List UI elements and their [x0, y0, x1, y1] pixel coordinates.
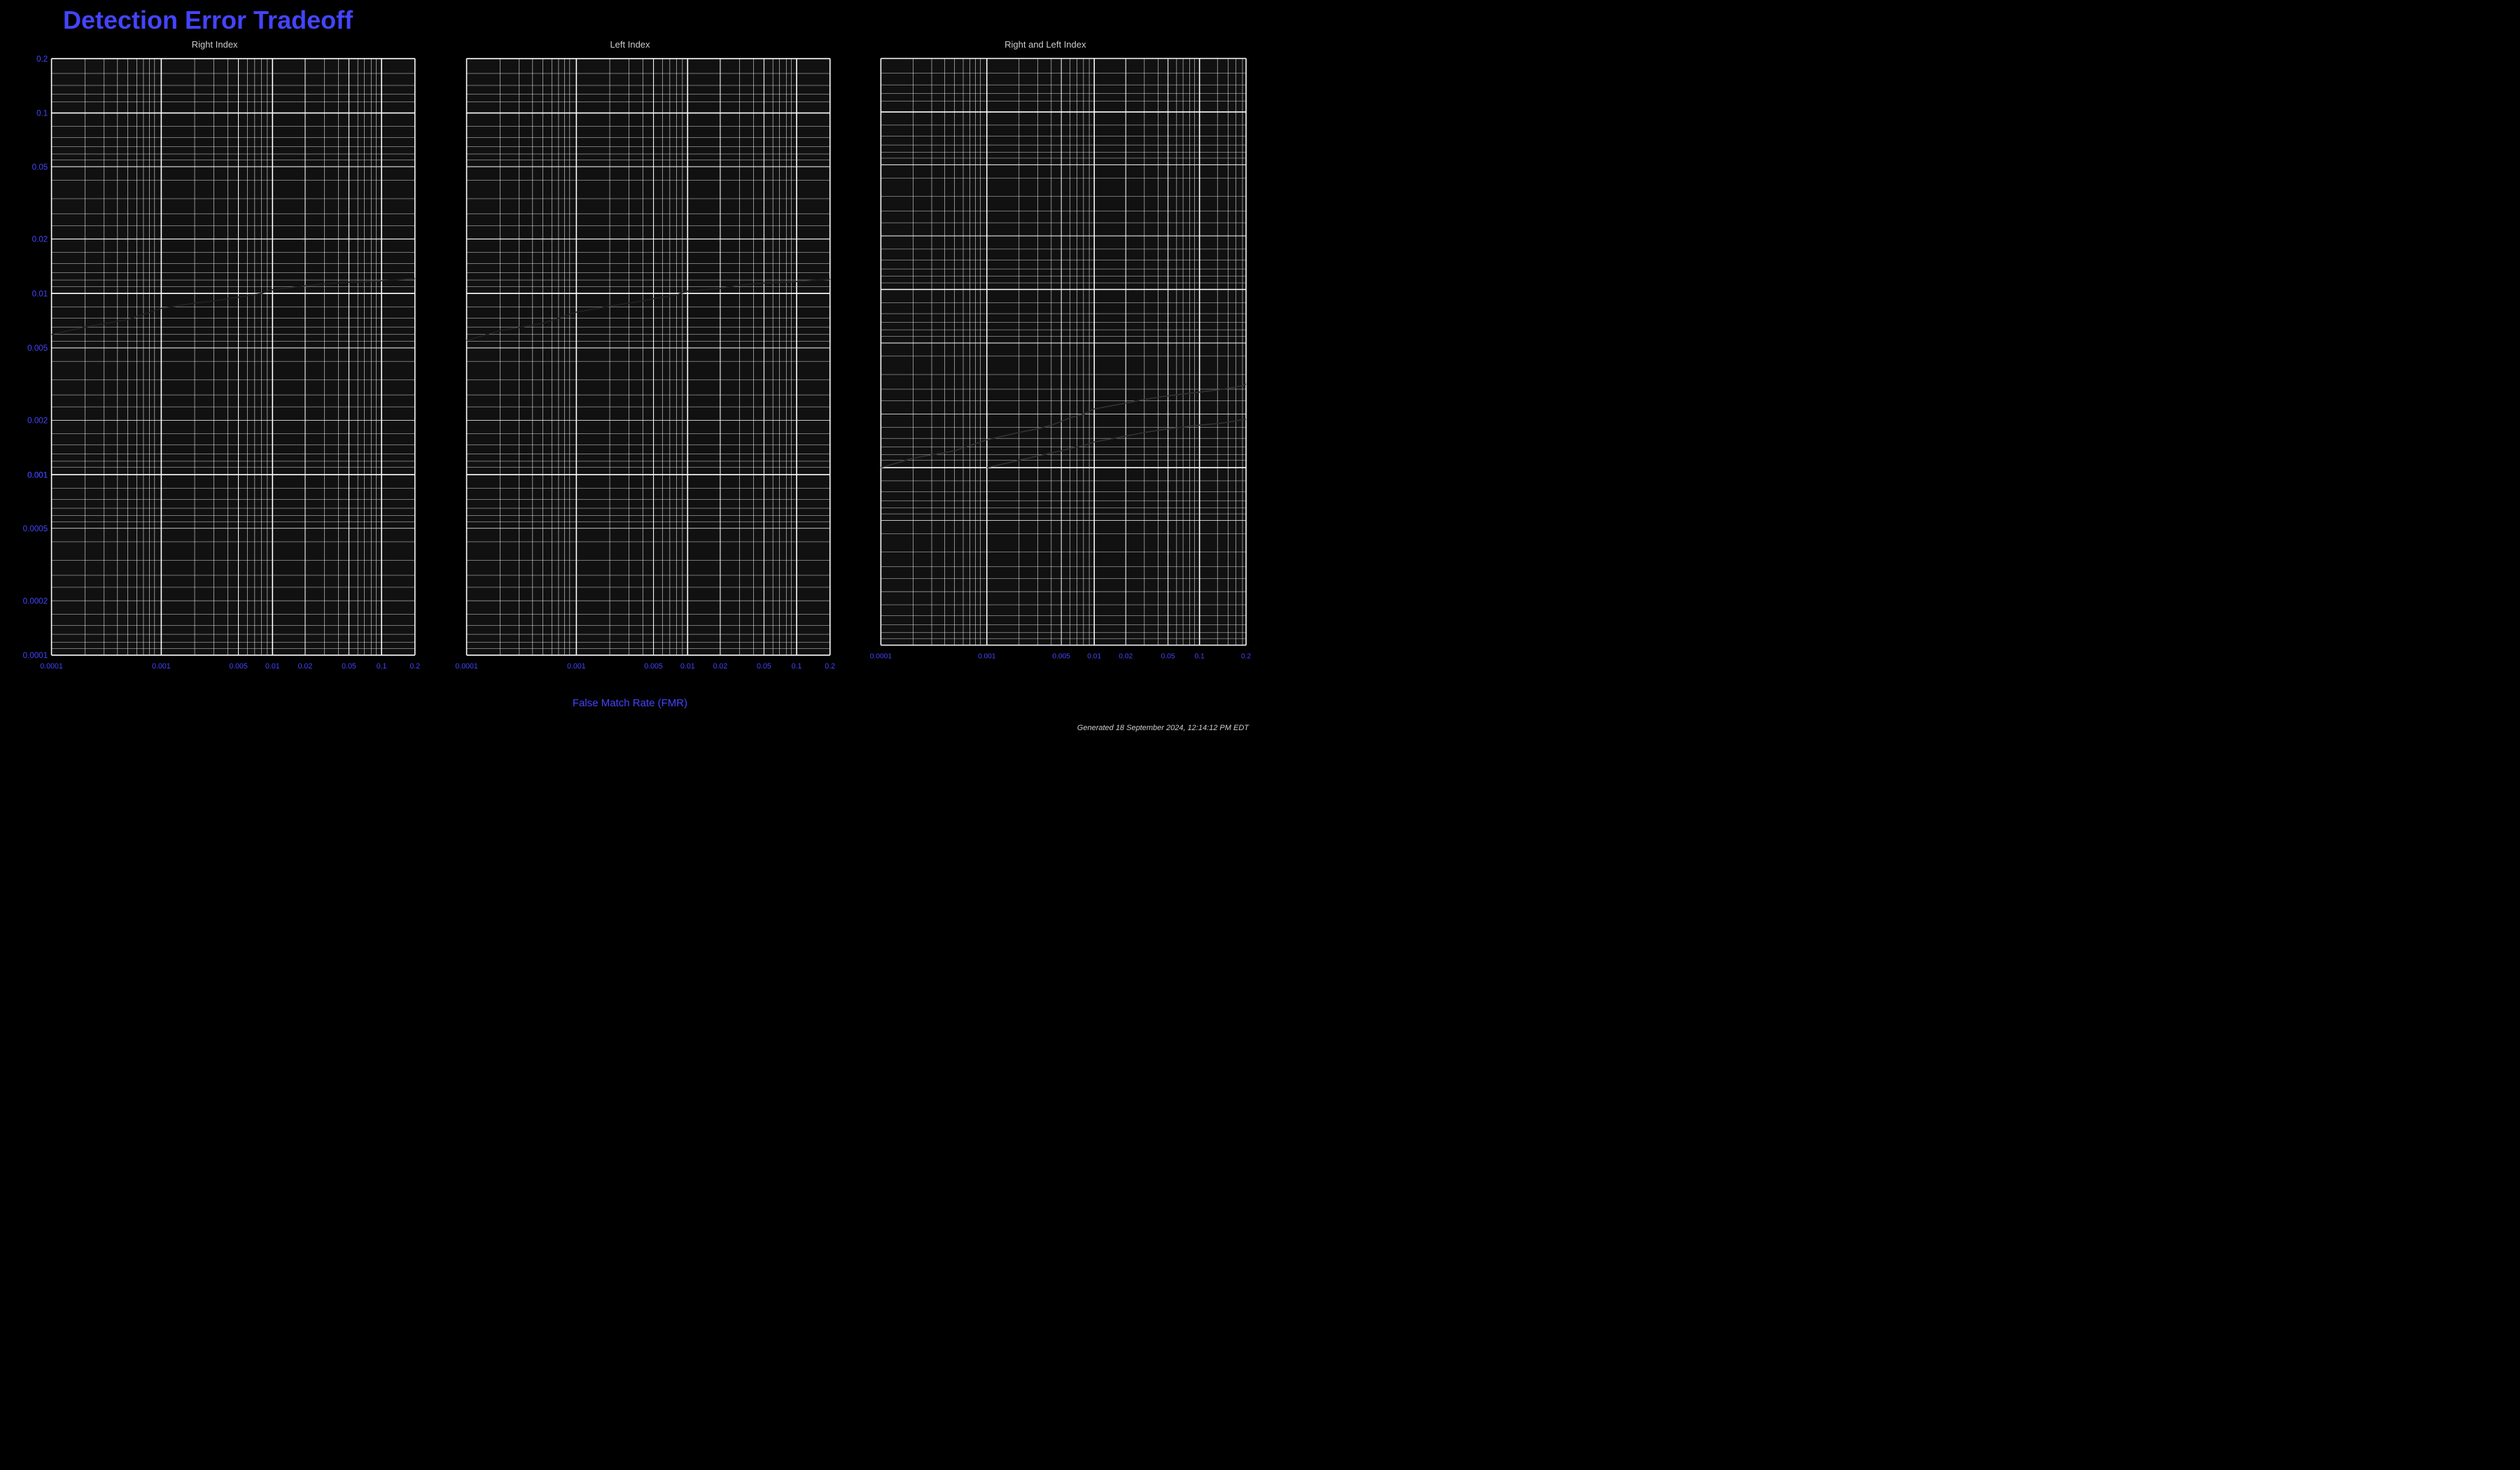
- svg-text:0.0001: 0.0001: [23, 651, 48, 660]
- chart-left-index: Left Index: [422, 38, 837, 682]
- svg-text:0.005: 0.005: [645, 662, 664, 671]
- svg-text:0.01: 0.01: [265, 662, 280, 671]
- svg-text:0.0001: 0.0001: [40, 662, 62, 671]
- svg-text:0.001: 0.001: [567, 662, 586, 671]
- svg-text:0.01: 0.01: [1087, 652, 1101, 660]
- svg-text:0.01: 0.01: [32, 289, 48, 298]
- svg-text:0.05: 0.05: [32, 162, 48, 172]
- svg-text:0.0001: 0.0001: [456, 662, 478, 671]
- svg-text:0.1: 0.1: [1194, 652, 1204, 660]
- svg-text:0.02: 0.02: [298, 662, 313, 671]
- svg-text:0.02: 0.02: [32, 235, 48, 244]
- svg-text:0.2: 0.2: [1241, 652, 1251, 660]
- page-title: Detection Error Tradeoff: [0, 0, 1260, 38]
- svg-text:0.01: 0.01: [680, 662, 695, 671]
- svg-text:0.05: 0.05: [757, 662, 771, 671]
- svg-text:0.2: 0.2: [36, 55, 48, 64]
- svg-text:0.2: 0.2: [825, 662, 836, 671]
- svg-text:0.05: 0.05: [1161, 652, 1175, 660]
- svg-text:0.1: 0.1: [377, 662, 387, 671]
- svg-text:0.0005: 0.0005: [23, 524, 48, 533]
- svg-text:0.001: 0.001: [152, 662, 171, 671]
- svg-text:0.005: 0.005: [1052, 652, 1070, 660]
- svg-text:0.001: 0.001: [978, 652, 996, 660]
- svg-text:0.0002: 0.0002: [23, 596, 48, 606]
- svg-text:0.2: 0.2: [410, 662, 420, 671]
- svg-text:0.02: 0.02: [1119, 652, 1133, 660]
- svg-text:0.001: 0.001: [27, 470, 48, 479]
- chart-title-right-index: Right Index: [192, 39, 238, 50]
- svg-text:0.0001: 0.0001: [869, 652, 892, 660]
- svg-text:0.002: 0.002: [27, 416, 48, 426]
- svg-text:0.02: 0.02: [713, 662, 728, 671]
- chart-right-index: Right Index: [7, 38, 422, 682]
- svg-text:0.005: 0.005: [27, 344, 48, 353]
- chart-right-and-left-index: Right and Left Index: [838, 38, 1253, 682]
- svg-text:0.05: 0.05: [342, 662, 356, 671]
- chart-title-right-and-left-index: Right and Left Index: [1004, 39, 1086, 50]
- svg-text:0.1: 0.1: [36, 109, 48, 118]
- svg-text:0.005: 0.005: [229, 662, 248, 671]
- chart-title-left-index: Left Index: [610, 39, 650, 50]
- footer-text: Generated 18 September 2024, 12:14:12 PM…: [1077, 724, 1249, 732]
- svg-text:0.1: 0.1: [792, 662, 802, 671]
- x-axis-label: False Match Rate (FMR): [0, 697, 1260, 709]
